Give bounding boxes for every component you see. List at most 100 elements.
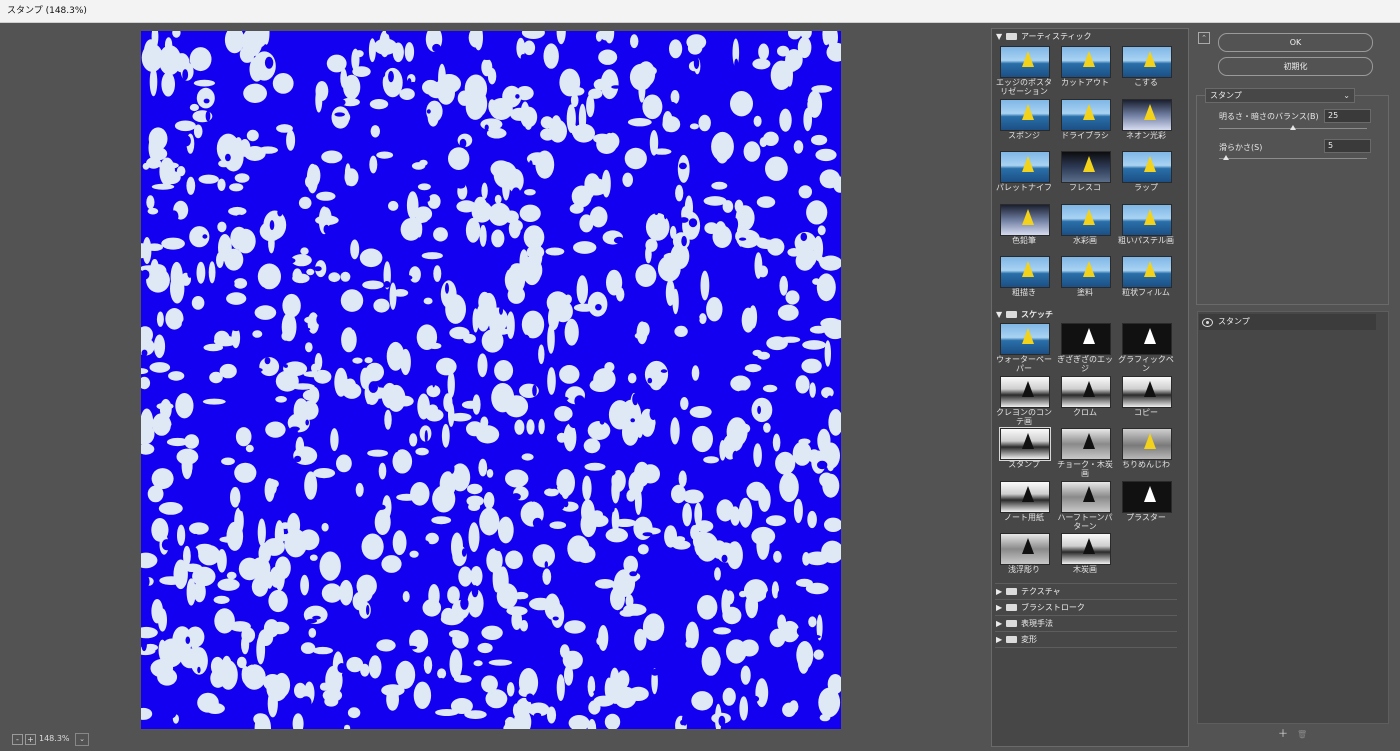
sailboat-image [1083,328,1095,344]
filter-label[interactable]: スタンプ [993,460,1055,469]
filter-label[interactable]: コピー [1115,408,1177,417]
balance-label: 明るさ・暗さのバランス(B) [1219,112,1319,121]
filter-label[interactable]: クレヨンのコンテ画 [993,408,1055,426]
filter-thumbnail[interactable] [1061,46,1111,78]
filter-label[interactable]: ラップ [1115,183,1177,192]
filter-thumbnail[interactable] [1061,323,1111,355]
filter-label[interactable]: グラフィックペン [1115,355,1177,373]
sailboat-image [1022,261,1034,277]
sailboat-image [1144,328,1156,344]
effect-layer-row[interactable]: スタンプ [1199,314,1376,330]
sailboat-image [1083,538,1095,554]
filter-label[interactable]: 木炭画 [1054,565,1116,574]
filter-thumbnail[interactable] [1000,480,1050,513]
filter-label[interactable]: 色鉛筆 [993,236,1055,245]
category-1[interactable]: ▼ スケッチ [996,308,1053,322]
category-5[interactable]: ▶ 変形 [996,633,1037,647]
filter-label[interactable]: ちりめんじわ [1115,460,1177,469]
filter-thumbnail[interactable] [1122,428,1172,460]
filter-thumbnail[interactable] [1122,480,1172,513]
filter-label[interactable]: ハーフトーンパターン [1054,513,1116,531]
filter-thumbnail[interactable] [1061,256,1111,288]
balance-slider-handle[interactable] [1290,125,1296,130]
filter-label[interactable]: 浅浮彫り [993,565,1055,574]
filter-thumbnail[interactable] [1061,151,1111,183]
reset-button[interactable]: 初期化 [1218,57,1373,76]
effect-layer-name: スタンプ [1218,317,1250,326]
filter-label[interactable]: ドライブラシ [1054,131,1116,140]
filter-label[interactable]: ネオン光彩 [1115,131,1177,140]
filter-label[interactable]: ウォーターペーパー [993,355,1055,373]
filter-thumbnail[interactable] [1122,375,1172,408]
filter-thumbnail[interactable] [1000,151,1050,183]
filter-thumbnail[interactable] [1061,428,1111,460]
collapse-gallery-icon[interactable]: ⌃ [1198,32,1210,44]
filter-label[interactable]: 粗いパステル画 [1115,236,1177,245]
filter-thumbnail[interactable] [1122,203,1172,236]
filter-label[interactable]: 水彩画 [1054,236,1116,245]
smoothness-slider-handle[interactable] [1223,155,1229,160]
category-name: テクスチャ [1021,587,1061,596]
sailboat-image [1022,485,1034,502]
filter-label[interactable]: 粒状フィルム [1115,288,1177,297]
filter-thumbnail[interactable] [1000,46,1050,78]
sailboat-image [1083,208,1095,225]
triangle-down-icon: ▼ [996,310,1003,319]
filter-thumbnail[interactable] [1122,46,1172,78]
filter-thumbnail[interactable] [1122,323,1172,355]
filter-thumbnail[interactable] [1061,480,1111,513]
smoothness-input[interactable]: 5 [1324,139,1371,153]
zoom-dropdown[interactable]: ⌄ [75,733,89,746]
category-2[interactable]: ▶ テクスチャ [996,585,1061,599]
filter-label[interactable]: フレスコ [1054,183,1116,192]
folder-icon [1006,311,1017,318]
filter-thumbnail[interactable] [1061,98,1111,131]
filter-thumbnail[interactable] [1061,533,1111,565]
filter-thumbnail[interactable] [1000,256,1050,288]
category-name: 表現手法 [1021,619,1053,628]
zoom-in-button[interactable]: + [25,734,36,745]
sailboat-image [1083,261,1095,277]
filter-thumbnail[interactable] [1122,98,1172,131]
new-layer-icon[interactable]: ＋ [1278,730,1288,740]
filter-label[interactable]: クロム [1054,408,1116,417]
smoothness-slider-track[interactable] [1219,158,1367,159]
delete-layer-icon[interactable]: 🗑 [1297,730,1307,739]
balance-input[interactable]: 25 [1324,109,1371,123]
category-3[interactable]: ▶ ブラシストローク [996,601,1085,615]
category-0[interactable]: ▼ アーティスティック [996,30,1092,44]
effect-layers-panel [1197,311,1389,724]
zoom-out-button[interactable]: - [12,734,23,745]
preview-canvas[interactable] [141,31,841,729]
folder-icon [1006,588,1017,595]
filter-thumbnail[interactable] [1000,98,1050,131]
filter-thumbnail[interactable] [1000,323,1050,355]
filter-label[interactable]: ぎざぎざのエッジ [1054,355,1116,373]
window-title: スタンプ (148.3%) [7,6,87,16]
filter-thumbnail[interactable] [1000,203,1050,236]
filter-thumbnail[interactable] [1061,203,1111,236]
filter-label[interactable]: プラスター [1115,513,1177,522]
eye-icon[interactable] [1202,318,1213,327]
filter-thumbnail[interactable] [1000,533,1050,565]
filter-thumbnail[interactable] [1000,375,1050,408]
filter-label[interactable]: こする [1115,78,1177,87]
filter-label[interactable]: エッジのポスタリゼーション [993,78,1055,96]
filter-thumbnail[interactable] [1122,151,1172,183]
filter-thumbnail[interactable] [999,427,1051,461]
filter-label[interactable]: 塗料 [1054,288,1116,297]
filter-label[interactable]: チョーク・木炭画 [1054,460,1116,478]
triangle-right-icon: ▶ [996,635,1003,644]
category-4[interactable]: ▶ 表現手法 [996,617,1053,631]
filter-label[interactable]: ノート用紙 [993,513,1055,522]
ok-button[interactable]: OK [1218,33,1373,52]
filter-label[interactable]: 粗描き [993,288,1055,297]
filter-label[interactable]: パレットナイフ [993,183,1055,192]
sailboat-image [1022,156,1034,172]
filter-thumbnail[interactable] [1061,375,1111,408]
filter-label[interactable]: カットアウト [1054,78,1116,87]
filter-thumbnail[interactable] [1122,256,1172,288]
triangle-right-icon: ▶ [996,619,1003,628]
filter-label[interactable]: スポンジ [993,131,1055,140]
filter-select[interactable]: スタンプ ⌄ [1205,88,1355,103]
